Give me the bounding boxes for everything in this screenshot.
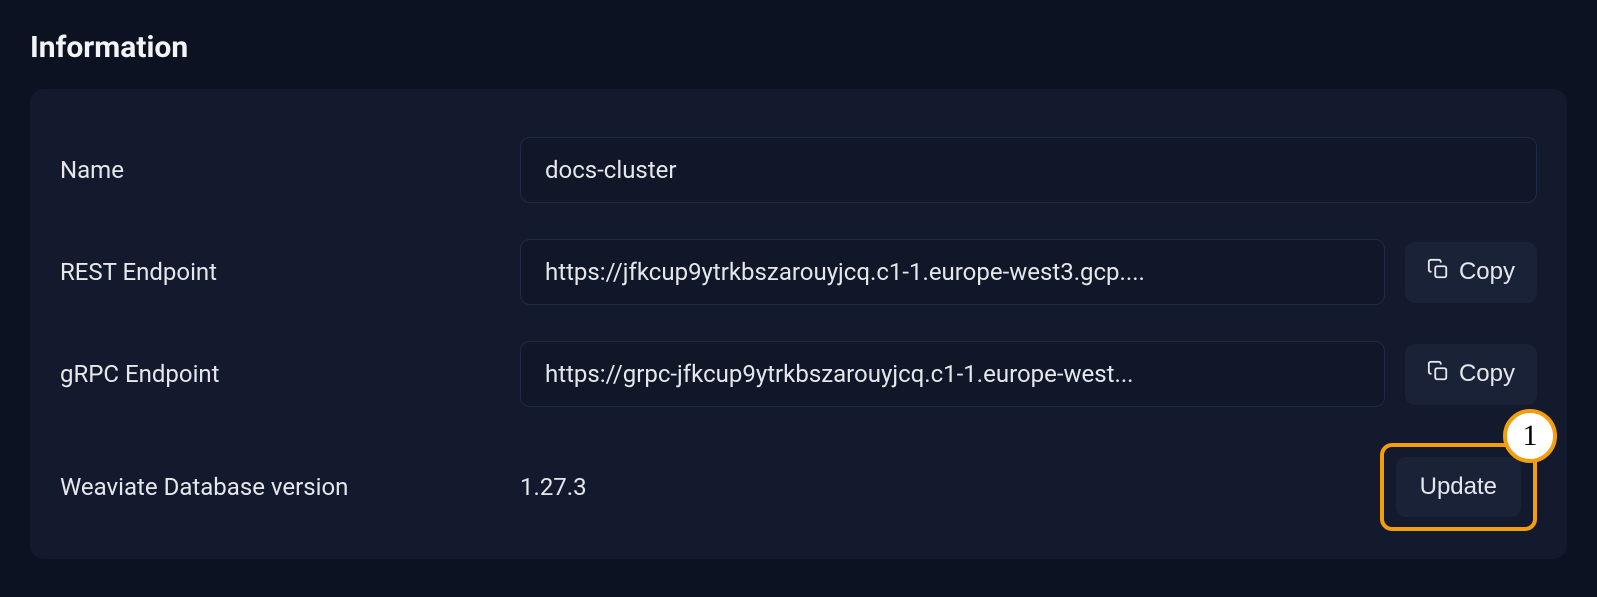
rest-endpoint-value: https://jfkcup9ytrkbszarouyjcq.c1-1.euro… — [520, 239, 1385, 305]
name-label: Name — [60, 156, 500, 184]
name-row: Name docs-cluster — [60, 119, 1537, 221]
copy-icon — [1427, 258, 1449, 287]
grpc-endpoint-value: https://grpc-jfkcup9ytrkbszarouyjcq.c1-1… — [520, 341, 1385, 407]
copy-icon — [1427, 360, 1449, 389]
grpc-endpoint-label: gRPC Endpoint — [60, 360, 500, 388]
copy-rest-button[interactable]: Copy — [1405, 242, 1537, 303]
version-value: 1.27.3 — [520, 473, 1360, 501]
section-title: Information — [30, 30, 1567, 65]
version-label: Weaviate Database version — [60, 473, 500, 501]
copy-button-label: Copy — [1459, 360, 1515, 388]
version-row: Weaviate Database version 1.27.3 Update … — [60, 425, 1537, 549]
copy-grpc-button[interactable]: Copy — [1405, 344, 1537, 405]
grpc-endpoint-row: gRPC Endpoint https://grpc-jfkcup9ytrkbs… — [60, 323, 1537, 425]
information-card: Name docs-cluster REST Endpoint https://… — [30, 89, 1567, 559]
copy-button-label: Copy — [1459, 258, 1515, 286]
name-value: docs-cluster — [520, 137, 1537, 203]
rest-endpoint-row: REST Endpoint https://jfkcup9ytrkbszarou… — [60, 221, 1537, 323]
update-version-button[interactable]: Update — [1396, 457, 1521, 517]
rest-endpoint-label: REST Endpoint — [60, 258, 500, 286]
